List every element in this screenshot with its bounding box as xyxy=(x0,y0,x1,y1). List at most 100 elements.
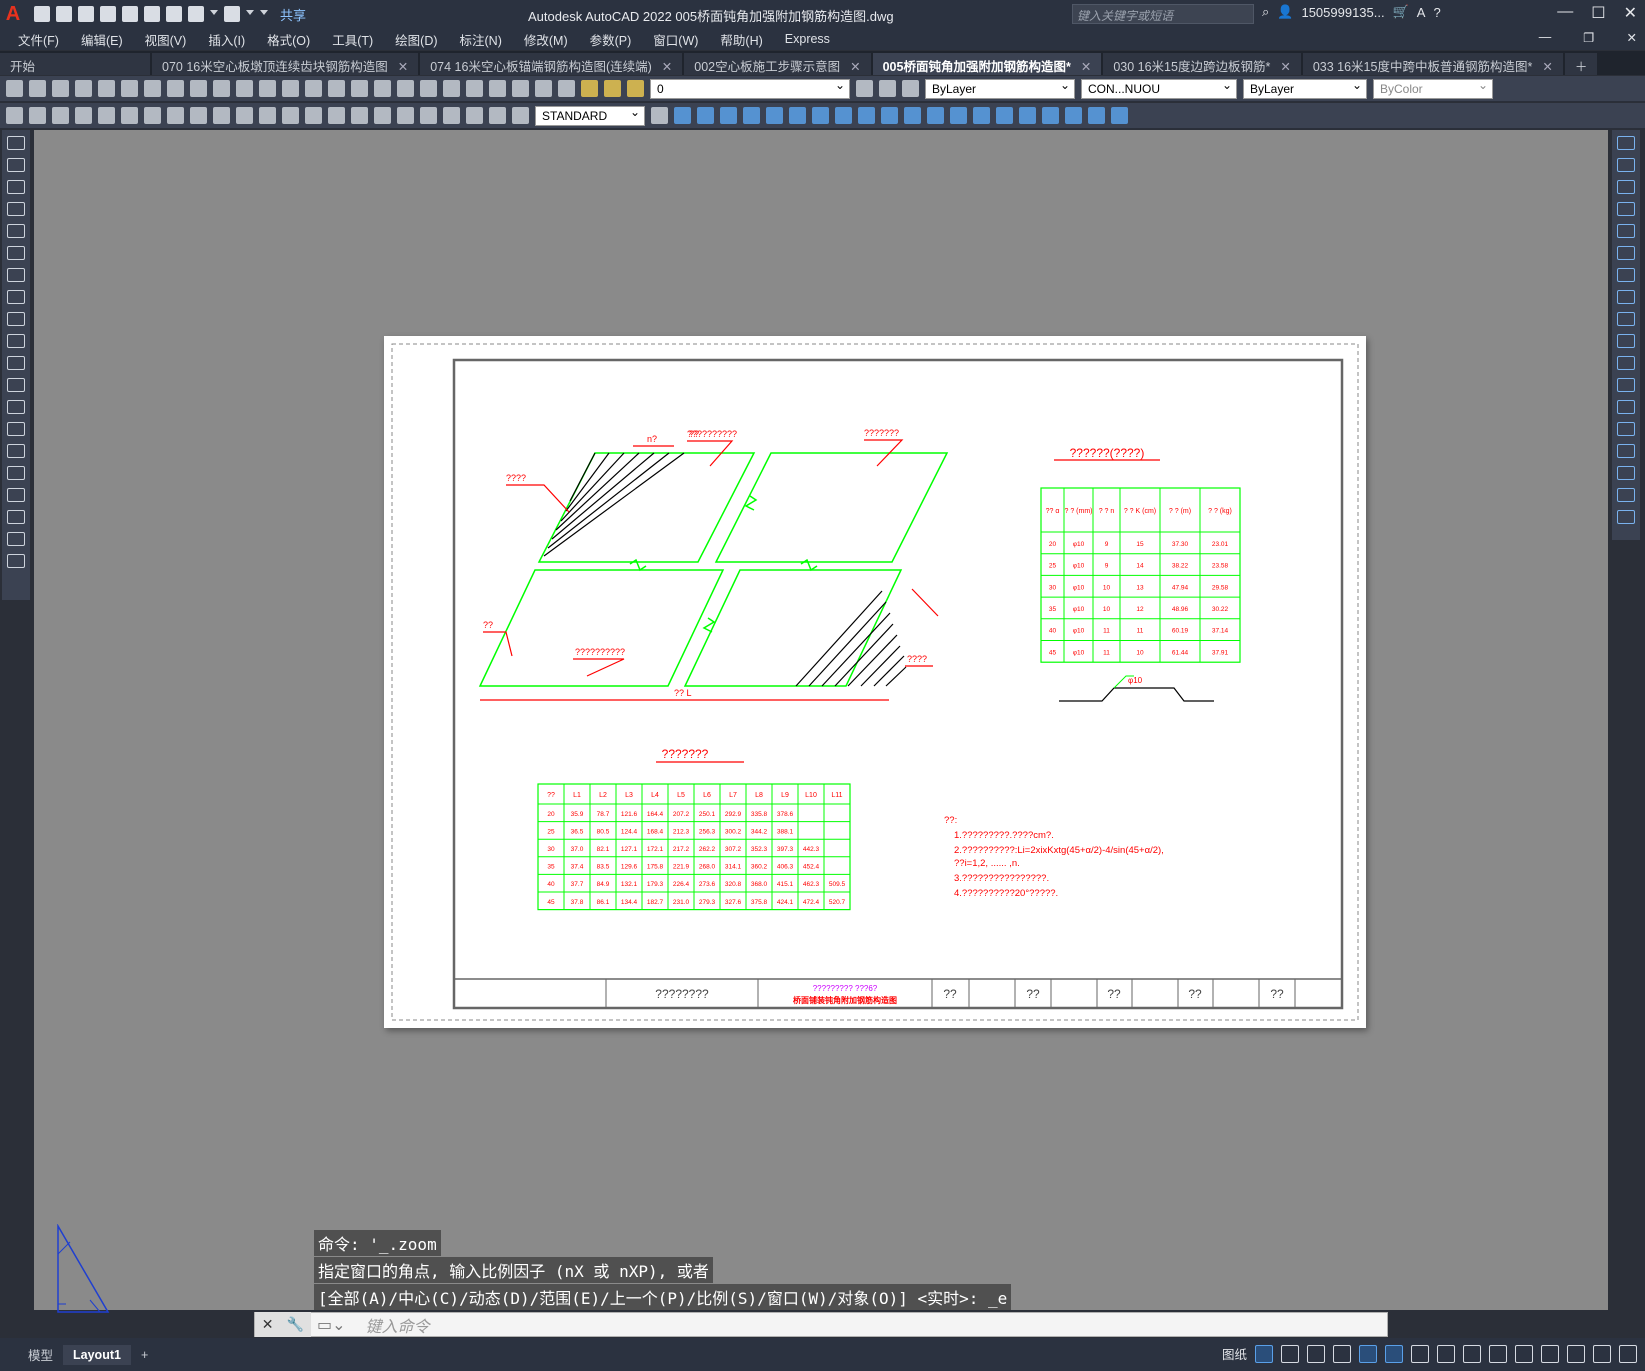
customize-statusbar-icon[interactable] xyxy=(1619,1344,1637,1363)
tab-close-icon[interactable]: ✕ xyxy=(850,60,860,74)
blend-icon[interactable] xyxy=(1617,488,1635,502)
explode-icon[interactable] xyxy=(1617,510,1635,524)
tab-close-icon[interactable]: ✕ xyxy=(1280,60,1290,74)
doc-restore-icon[interactable]: ❐ xyxy=(1583,30,1594,45)
menu-help[interactable]: 帮助(H) xyxy=(720,30,762,49)
web-save-icon[interactable] xyxy=(144,6,160,22)
dim-baseline-icon[interactable] xyxy=(282,107,299,124)
visual-style-icon[interactable] xyxy=(996,107,1013,124)
snap-icon[interactable] xyxy=(1281,1344,1299,1363)
ucs-icon[interactable] xyxy=(743,107,760,124)
tab-file-074[interactable]: 074 16米空心板锚端钢筋构造图(连续端) ✕ xyxy=(420,53,683,75)
menu-edit[interactable]: 编辑(E) xyxy=(81,30,123,49)
add-layout-button[interactable]: + xyxy=(131,1345,158,1365)
new-tab-button[interactable]: ＋ xyxy=(1564,53,1598,75)
center-mark-icon[interactable] xyxy=(397,107,414,124)
qnew-icon[interactable] xyxy=(6,80,23,97)
menu-draw[interactable]: 绘图(D) xyxy=(395,30,437,49)
viewport-icon[interactable] xyxy=(1065,107,1082,124)
cart-icon[interactable]: 🛒 xyxy=(1393,4,1409,20)
linetype-dropdown[interactable]: CON...NUOU xyxy=(1081,78,1237,99)
ucs-icon[interactable] xyxy=(904,107,921,124)
new-file-icon[interactable] xyxy=(34,6,50,22)
layer-freeze-icon[interactable] xyxy=(604,80,621,97)
dim-update-icon[interactable] xyxy=(512,107,529,124)
share-button[interactable]: 共享 xyxy=(280,5,306,24)
dim-diameter-icon[interactable] xyxy=(213,107,230,124)
array-icon[interactable] xyxy=(1617,224,1635,238)
menu-tools[interactable]: 工具(T) xyxy=(332,30,373,49)
hardware-accel-icon[interactable] xyxy=(1567,1344,1585,1363)
publish-icon[interactable] xyxy=(121,80,138,97)
tab-file-033[interactable]: 033 16米15度中跨中板普通钢筋构造图* ✕ xyxy=(1302,53,1563,75)
doc-close-icon[interactable]: ✕ xyxy=(1627,30,1637,45)
plotstyle-dropdown[interactable]: ByColor xyxy=(1373,78,1493,99)
workspace-gear-icon[interactable] xyxy=(1489,1344,1507,1363)
tolerance-icon[interactable] xyxy=(374,107,391,124)
insert-block-icon[interactable] xyxy=(7,378,25,392)
stretch-icon[interactable] xyxy=(1617,312,1635,326)
grid-icon[interactable] xyxy=(1255,1344,1273,1363)
open-icon[interactable] xyxy=(29,80,46,97)
trim-icon[interactable] xyxy=(1617,334,1635,348)
customize-icon[interactable]: 🔧 xyxy=(287,1316,304,1333)
jogged-linear-icon[interactable] xyxy=(443,107,460,124)
calculator-icon[interactable] xyxy=(512,80,529,97)
tool-icon[interactable] xyxy=(29,107,46,124)
help-button[interactable]: ? xyxy=(1433,5,1440,20)
visual-style-icon[interactable] xyxy=(927,107,944,124)
menu-express[interactable]: Express xyxy=(785,32,830,46)
tool-icon[interactable] xyxy=(6,107,23,124)
search-icon[interactable]: ⌕ xyxy=(1262,4,1269,20)
ucs-icon[interactable] xyxy=(812,107,829,124)
recent-commands-icon[interactable]: ▭⌄ xyxy=(317,1315,346,1335)
dim-text-edit-icon[interactable] xyxy=(489,107,506,124)
mtext-icon[interactable] xyxy=(7,532,25,546)
redo-dropdown-icon[interactable] xyxy=(246,10,254,18)
fillet-icon[interactable] xyxy=(1617,466,1635,480)
paper-space-toggle[interactable]: 图纸 xyxy=(1222,1344,1247,1363)
open-file-icon[interactable] xyxy=(56,6,72,22)
menu-view[interactable]: 视图(V) xyxy=(145,30,187,49)
lineweight-dropdown[interactable]: ByLayer xyxy=(1243,78,1367,99)
move-icon[interactable] xyxy=(1617,246,1635,260)
minimize-icon[interactable]: — xyxy=(1557,3,1573,23)
circle-icon[interactable] xyxy=(7,268,25,282)
tool-icon[interactable] xyxy=(52,107,69,124)
rectangle-icon[interactable] xyxy=(7,224,25,238)
view-icon[interactable] xyxy=(674,107,691,124)
undo-icon[interactable] xyxy=(188,6,204,22)
color-dropdown[interactable]: ByLayer xyxy=(925,78,1075,99)
dim-linear-icon[interactable] xyxy=(75,107,92,124)
viewport-icon[interactable] xyxy=(1019,107,1036,124)
command-line[interactable]: ✕ 🔧 ▭⌄ 键入命令 xyxy=(254,1312,1388,1337)
break-at-point-icon[interactable] xyxy=(1617,378,1635,392)
scale-icon[interactable] xyxy=(1617,290,1635,304)
properties-icon[interactable] xyxy=(397,80,414,97)
view-icon[interactable] xyxy=(720,107,737,124)
tab-model[interactable]: 模型 xyxy=(18,1342,63,1367)
doc-minimize-icon[interactable]: — xyxy=(1539,30,1552,45)
clean-screen-icon[interactable] xyxy=(1593,1344,1611,1363)
gradient-icon[interactable] xyxy=(7,466,25,480)
zoom-window-icon[interactable] xyxy=(351,80,368,97)
inspect-icon[interactable] xyxy=(420,107,437,124)
layer-previous-icon[interactable] xyxy=(879,80,896,97)
mirror-icon[interactable] xyxy=(1617,180,1635,194)
web-open-icon[interactable] xyxy=(122,6,138,22)
tab-close-icon[interactable]: ✕ xyxy=(398,60,408,74)
save-icon[interactable] xyxy=(52,80,69,97)
ucs-icon[interactable] xyxy=(789,107,806,124)
search-input[interactable]: 键入关键字或短语 xyxy=(1072,4,1254,24)
ortho-icon[interactable] xyxy=(1307,1344,1325,1363)
dim-angular-icon[interactable] xyxy=(236,107,253,124)
copy-icon[interactable] xyxy=(1617,158,1635,172)
zoom-realtime-icon[interactable] xyxy=(328,80,345,97)
autodesk-app-icon[interactable]: A xyxy=(1417,5,1426,20)
tab-file-070[interactable]: 070 16米空心板墩顶连续齿块钢筋构造图 ✕ xyxy=(152,53,419,75)
user-name[interactable]: 1505999135... xyxy=(1301,5,1384,20)
ucs-icon[interactable] xyxy=(835,107,852,124)
dim-radius-icon[interactable] xyxy=(167,107,184,124)
dim-jogged-icon[interactable] xyxy=(190,107,207,124)
offset-icon[interactable] xyxy=(1617,202,1635,216)
